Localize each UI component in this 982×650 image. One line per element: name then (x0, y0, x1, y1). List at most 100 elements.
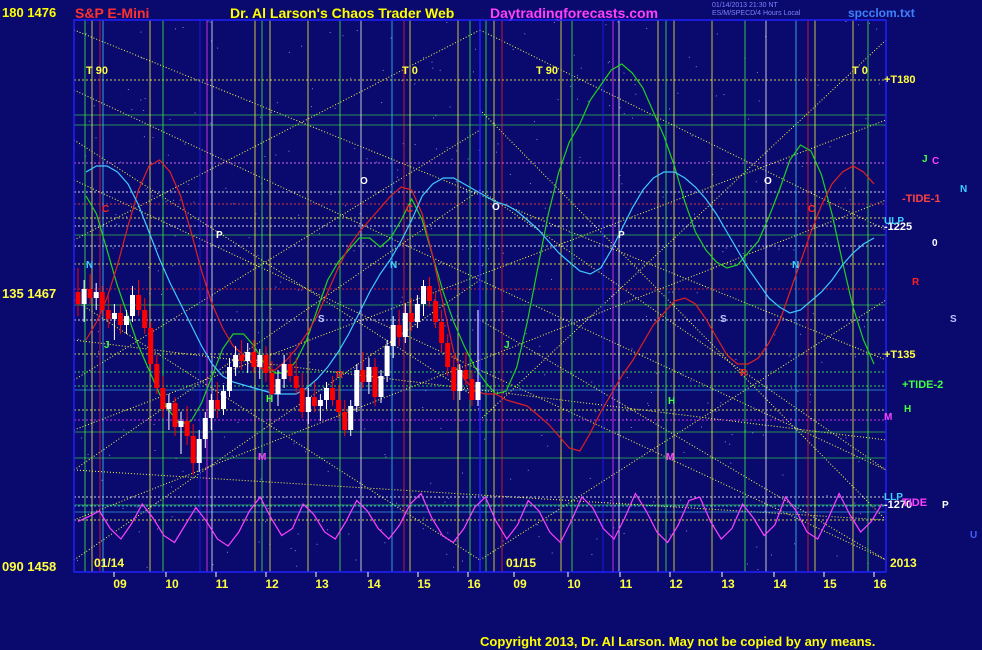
candle-body (166, 403, 172, 409)
star-dot (453, 566, 455, 568)
star-dot (257, 254, 259, 256)
star-dot (355, 559, 357, 561)
star-dot (154, 450, 156, 451)
star-dot (439, 69, 441, 71)
star-dot (752, 432, 754, 434)
candle-body (287, 364, 293, 376)
star-dot (536, 524, 538, 526)
star-dot (869, 22, 870, 24)
star-dot (260, 478, 262, 480)
star-dot (700, 426, 702, 428)
star-dot (467, 158, 469, 160)
star-dot (397, 169, 399, 171)
star-dot (708, 161, 710, 162)
star-dot (536, 138, 538, 140)
star-dot (380, 529, 382, 531)
star-dot (845, 21, 847, 22)
star-dot (699, 370, 701, 372)
star-dot (430, 228, 432, 230)
star-dot (789, 355, 791, 357)
star-dot (481, 265, 483, 267)
candle-body (293, 376, 299, 388)
star-dot (800, 333, 801, 335)
date-label: 01/14 (94, 556, 124, 570)
star-dot (805, 77, 806, 79)
chart-page: 180 1476 S&P E-Mini Dr. Al Larson's Chao… (0, 0, 982, 650)
star-dot (444, 325, 446, 327)
right-planet-label: R (912, 277, 920, 288)
star-dot (456, 150, 458, 152)
star-dot (322, 521, 323, 522)
star-dot (591, 554, 593, 555)
star-dot (422, 406, 424, 408)
star-dot (435, 148, 437, 150)
candle-body (469, 379, 475, 400)
candle-body (154, 364, 160, 388)
star-dot (433, 323, 435, 325)
star-dot (462, 560, 463, 562)
star-dot (748, 118, 750, 120)
candle-body (87, 289, 93, 298)
candle-body (360, 370, 366, 382)
star-dot (715, 410, 717, 412)
star-dot (630, 427, 632, 428)
candle-body (451, 367, 457, 391)
star-dot (771, 554, 772, 556)
candle-body (117, 313, 123, 325)
x-tick-label: 12 (669, 577, 683, 591)
star-dot (226, 551, 228, 553)
star-dot (182, 470, 184, 472)
star-dot (478, 407, 480, 409)
star-dot (557, 99, 559, 101)
star-dot (635, 93, 637, 95)
planet-label: O (764, 176, 772, 187)
star-dot (85, 32, 87, 34)
candle-body (336, 400, 342, 412)
star-dot (80, 437, 82, 439)
star-dot (279, 281, 281, 283)
star-dot (87, 454, 89, 455)
star-dot (824, 242, 826, 244)
left-axis-label: 090 1458 (2, 559, 56, 574)
star-field (74, 20, 880, 573)
star-dot (731, 434, 733, 436)
star-dot (145, 188, 147, 190)
star-dot (538, 536, 540, 538)
star-dot (524, 33, 526, 35)
star-dot (350, 77, 351, 79)
planet-label: H (266, 394, 273, 405)
planet-label: O (492, 202, 500, 213)
star-dot (267, 508, 269, 509)
candle-body (196, 439, 202, 463)
star-dot (723, 94, 725, 96)
candle-body (439, 322, 445, 343)
star-dot (516, 289, 518, 291)
star-dot (385, 456, 387, 458)
star-dot (729, 443, 731, 445)
star-dot (174, 235, 176, 237)
star-dot (656, 372, 658, 374)
candle-body (105, 310, 111, 319)
planet-label: N (792, 260, 799, 271)
candle-body (233, 355, 239, 367)
star-dot (677, 92, 679, 94)
star-dot (179, 199, 181, 201)
star-dot (143, 110, 145, 111)
star-dot (844, 187, 846, 189)
star-dot (305, 451, 306, 453)
star-dot (529, 183, 531, 185)
star-dot (720, 402, 722, 404)
star-dot (376, 161, 378, 163)
right-level-label: +TIDE-2 (902, 379, 943, 391)
star-dot (223, 383, 225, 384)
star-dot (672, 291, 673, 293)
right-level-label: -TIDE-1 (902, 193, 941, 205)
candle-body (245, 352, 251, 361)
star-dot (472, 329, 474, 331)
planet-label: N (390, 260, 397, 271)
star-dot (551, 278, 552, 280)
star-dot (366, 158, 368, 160)
candle-body (275, 379, 281, 394)
star-dot (722, 251, 724, 253)
planet-label: P (216, 230, 223, 241)
